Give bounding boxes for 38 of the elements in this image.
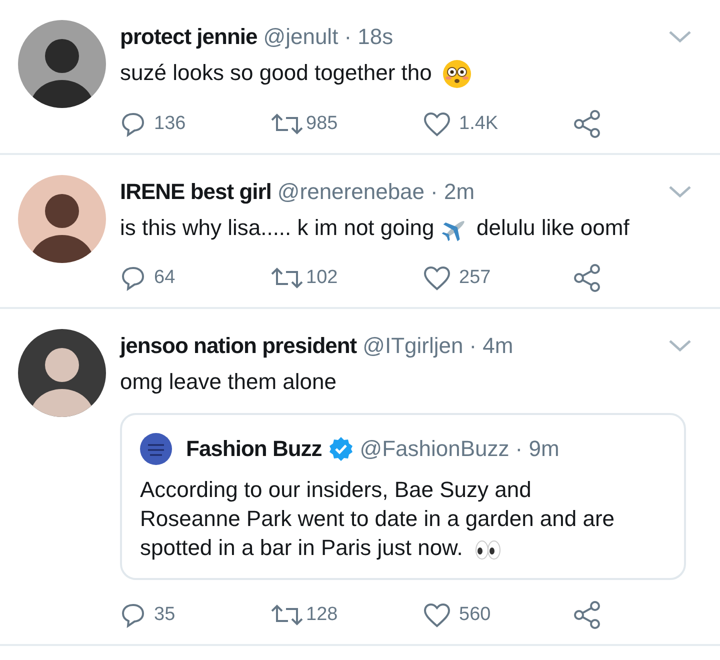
reply-button[interactable]: 64 xyxy=(120,264,270,293)
tweet-text: is this why lisa..... k im not going delulu like oomf xyxy=(120,213,692,244)
username[interactable]: @FashionBuzz xyxy=(360,434,510,464)
tweet-text: omg leave them alone xyxy=(120,368,338,396)
timestamp: · 2m xyxy=(430,178,475,206)
timestamp: · 4m xyxy=(469,332,514,360)
display-name[interactable]: protect jennie xyxy=(120,22,258,52)
retweet-button[interactable]: 102 xyxy=(270,264,423,293)
reply-button[interactable]: 35 xyxy=(120,601,270,630)
timestamp: · 9m xyxy=(515,435,560,464)
quoted-tweet-text: According to our insiders, Bae Suzy and Roseanne Park went to date in a garden and are spotted in a bar in Paris just now. xyxy=(140,476,616,562)
flushed-emoji-icon xyxy=(442,59,472,90)
like-button[interactable]: 257 xyxy=(423,264,573,293)
tweet-text: suzé looks so good together tho xyxy=(120,58,692,90)
retweet-icon xyxy=(270,603,304,628)
speech-bubble-icon xyxy=(120,602,146,628)
retweet-icon xyxy=(270,266,304,290)
quoted-tweet-card[interactable]: Fashion Buzz @FashionBuzz · 9m According to our insiders, Bae Suzy and Roseanne Park went to date in a garden and are spotted in a bar in Paris just now. xyxy=(120,413,686,580)
display-name[interactable]: Fashion Buzz xyxy=(186,434,322,464)
like-button[interactable]: 560 xyxy=(423,601,573,630)
username[interactable]: @ITgirljen xyxy=(362,331,464,362)
retweet-button[interactable]: 128 xyxy=(270,601,423,630)
display-name[interactable]: IRENE best girl xyxy=(120,177,272,208)
timestamp: · 18s xyxy=(344,23,394,51)
speech-bubble-icon xyxy=(120,111,146,138)
speech-bubble-icon xyxy=(120,265,146,292)
heart-icon xyxy=(423,265,451,292)
eyes-emoji-icon xyxy=(472,538,503,561)
username[interactable]: @jenult xyxy=(263,22,338,52)
retweet-button[interactable]: 985 xyxy=(270,110,423,138)
heart-icon xyxy=(423,111,451,138)
retweet-icon xyxy=(270,112,304,136)
like-button[interactable]: 1.4K xyxy=(423,110,573,138)
username[interactable]: @renerenebae xyxy=(277,177,425,208)
heart-icon xyxy=(423,602,451,628)
logo-icon xyxy=(140,433,172,466)
display-name[interactable]: jensoo nation president xyxy=(120,331,357,362)
reply-button[interactable]: 136 xyxy=(120,110,270,138)
